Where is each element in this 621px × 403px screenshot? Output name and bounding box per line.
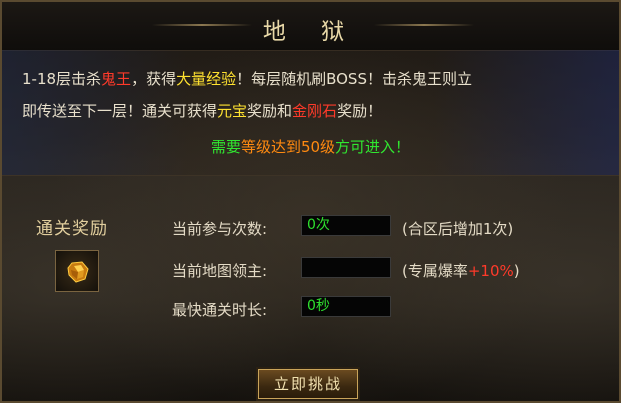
desc-highlight-ghost-king: 鬼王 bbox=[101, 70, 132, 88]
lord-note-bonus: +10% bbox=[467, 262, 514, 280]
desc-highlight-yuanbao: 元宝 bbox=[217, 102, 248, 120]
fastest-clear-value: 0秒 bbox=[301, 296, 391, 317]
description-line-2: 即传送至下一层！通关可获得元宝奖励和金刚石奖励！ bbox=[22, 100, 382, 121]
title-bar: 地 狱 bbox=[2, 2, 619, 51]
attempts-value: 0次 bbox=[301, 215, 391, 236]
reward-item-slot[interactable] bbox=[55, 250, 99, 292]
map-lord-label: 当前地图领主: bbox=[172, 262, 268, 280]
challenge-button[interactable]: 立即挑战 bbox=[258, 369, 358, 399]
req-text: 方可进入！ bbox=[335, 138, 411, 156]
desc-text: 即传送至下一层！通关可获得 bbox=[22, 102, 218, 120]
map-lord-note: (专属爆率+10%) bbox=[402, 260, 520, 281]
gold-ore-icon bbox=[66, 260, 90, 288]
desc-text: ，获得 bbox=[131, 70, 177, 88]
req-level: 等级达到50级 bbox=[240, 138, 336, 156]
level-requirement: 需要等级达到50级方可进入！ bbox=[2, 136, 619, 157]
title-ornament-right bbox=[374, 24, 474, 26]
lord-note-prefix: (专属爆率 bbox=[402, 262, 468, 280]
dungeon-panel: 地 狱 1-18层击杀鬼王，获得大量经验！每层随机刷BOSS！击杀鬼王则立 即传… bbox=[0, 0, 621, 403]
map-lord-value bbox=[301, 257, 391, 278]
lord-note-suffix: ) bbox=[513, 262, 520, 280]
reward-label: 通关奖励 bbox=[36, 219, 108, 239]
fastest-clear-label: 最快通关时长: bbox=[172, 301, 268, 319]
page-title: 地 狱 bbox=[262, 19, 359, 45]
attempts-note: (合区后增加1次) bbox=[402, 220, 514, 238]
desc-highlight-exp: 大量经验 bbox=[176, 70, 237, 88]
description-line-1: 1-18层击杀鬼王，获得大量经验！每层随机刷BOSS！击杀鬼王则立 bbox=[22, 68, 472, 89]
desc-text: 奖励！ bbox=[337, 102, 383, 120]
req-text: 需要 bbox=[210, 138, 241, 156]
attempts-label: 当前参与次数: bbox=[172, 220, 268, 238]
desc-text: 1-18层击杀 bbox=[22, 70, 102, 88]
desc-text: 奖励和 bbox=[247, 102, 293, 120]
desc-highlight-diamond: 金刚石 bbox=[292, 102, 338, 120]
desc-text: ！每层随机刷BOSS！击杀鬼王则立 bbox=[236, 70, 472, 88]
